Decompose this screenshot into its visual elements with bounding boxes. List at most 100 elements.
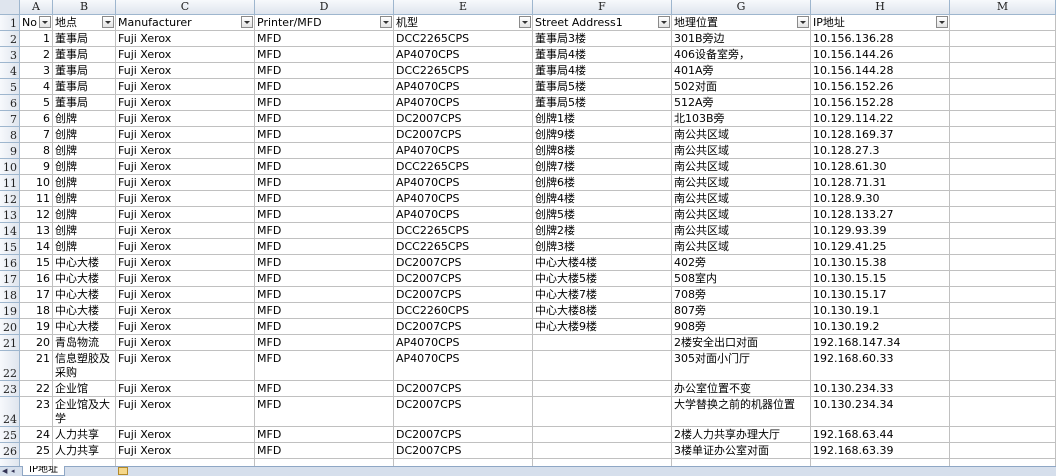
empty-cell[interactable] <box>950 427 1056 443</box>
table-cell-no[interactable]: 8 <box>20 143 53 159</box>
table-cell-addr[interactable]: 中心大楼8楼 <box>533 303 672 319</box>
table-cell-no[interactable]: 25 <box>20 443 53 459</box>
table-cell-ip[interactable]: 10.156.152.26 <box>811 79 950 95</box>
table-cell-type[interactable]: MFD <box>255 335 394 351</box>
table-cell-addr[interactable]: 中心大楼7楼 <box>533 287 672 303</box>
row-header-16[interactable]: 16 <box>0 255 20 271</box>
table-cell-geo[interactable]: 南公共区域 <box>672 143 811 159</box>
empty-cell[interactable] <box>950 351 1056 381</box>
filter-dropdown-icon[interactable] <box>658 16 670 28</box>
table-cell-loc[interactable]: 创牌 <box>53 159 116 175</box>
table-cell-mfr[interactable]: Fuji Xerox <box>116 303 255 319</box>
empty-cell[interactable] <box>950 207 1056 223</box>
table-cell-ip[interactable]: 10.128.9.30 <box>811 191 950 207</box>
table-cell-model[interactable]: DCC2265CPS <box>394 159 533 175</box>
table-cell-no[interactable]: 24 <box>20 427 53 443</box>
table-cell-addr[interactable]: 中心大楼9楼 <box>533 319 672 335</box>
table-cell-loc[interactable]: 创牌 <box>53 111 116 127</box>
table-cell-addr[interactable]: 董事局3楼 <box>533 31 672 47</box>
table-cell-model[interactable]: DC2007CPS <box>394 287 533 303</box>
table-cell-mfr[interactable]: Fuji Xerox <box>116 443 255 459</box>
table-cell-mfr[interactable]: Fuji Xerox <box>116 239 255 255</box>
table-cell-addr[interactable]: 中心大楼4楼 <box>533 255 672 271</box>
table-cell-loc[interactable]: 董事局 <box>53 95 116 111</box>
table-cell-no[interactable]: 9 <box>20 159 53 175</box>
empty-cell[interactable] <box>950 223 1056 239</box>
table-cell-loc[interactable]: 青岛物流 <box>53 335 116 351</box>
table-cell-loc[interactable]: 中心大楼 <box>53 255 116 271</box>
header-cell-mfr[interactable]: Manufacturer <box>116 15 255 31</box>
table-cell-type[interactable]: MFD <box>255 287 394 303</box>
table-cell-no[interactable]: 13 <box>20 223 53 239</box>
table-cell-no[interactable]: 10 <box>20 175 53 191</box>
table-cell-addr[interactable] <box>533 351 672 381</box>
row-header-6[interactable]: 6 <box>0 95 20 111</box>
empty-cell[interactable] <box>950 31 1056 47</box>
empty-cell[interactable] <box>950 443 1056 459</box>
table-cell-no[interactable]: 19 <box>20 319 53 335</box>
table-cell-addr[interactable]: 董事局5楼 <box>533 79 672 95</box>
table-cell-type[interactable]: MFD <box>255 31 394 47</box>
row-header-17[interactable]: 17 <box>0 271 20 287</box>
table-cell-no[interactable]: 14 <box>20 239 53 255</box>
table-cell-model[interactable]: AP4070CPS <box>394 143 533 159</box>
table-cell-geo[interactable]: 2楼人力共享办理大厅 <box>672 427 811 443</box>
table-cell-geo[interactable]: 南公共区域 <box>672 239 811 255</box>
table-cell-type[interactable]: MFD <box>255 443 394 459</box>
table-cell-type[interactable]: MFD <box>255 127 394 143</box>
table-cell-type[interactable]: MFD <box>255 191 394 207</box>
table-cell-geo[interactable]: 908旁 <box>672 319 811 335</box>
table-cell-model[interactable]: DC2007CPS <box>394 111 533 127</box>
table-cell-mfr[interactable]: Fuji Xerox <box>116 63 255 79</box>
table-cell-model[interactable]: DCC2265CPS <box>394 31 533 47</box>
row-header-2[interactable]: 2 <box>0 31 20 47</box>
table-cell-ip[interactable]: 10.156.144.28 <box>811 63 950 79</box>
table-cell-mfr[interactable]: Fuji Xerox <box>116 79 255 95</box>
table-cell-no[interactable]: 15 <box>20 255 53 271</box>
table-cell-loc[interactable]: 创牌 <box>53 239 116 255</box>
table-cell-mfr[interactable]: Fuji Xerox <box>116 287 255 303</box>
table-cell-loc[interactable]: 创牌 <box>53 143 116 159</box>
column-header-d[interactable]: D <box>255 0 394 15</box>
select-all-corner[interactable] <box>0 0 20 15</box>
row-header-10[interactable]: 10 <box>0 159 20 175</box>
table-cell-no[interactable]: 6 <box>20 111 53 127</box>
table-cell-geo[interactable]: 502对面 <box>672 79 811 95</box>
table-cell-mfr[interactable]: Fuji Xerox <box>116 95 255 111</box>
table-cell-addr[interactable]: 董事局4楼 <box>533 47 672 63</box>
table-cell-geo[interactable]: 708旁 <box>672 287 811 303</box>
table-cell-model[interactable]: DCC2265CPS <box>394 239 533 255</box>
table-cell-geo[interactable]: 南公共区域 <box>672 207 811 223</box>
empty-cell[interactable] <box>950 143 1056 159</box>
empty-cell[interactable] <box>950 95 1056 111</box>
table-cell-model[interactable]: AP4070CPS <box>394 351 533 381</box>
row-header-26[interactable]: 26 <box>0 443 20 459</box>
row-header-19[interactable]: 19 <box>0 303 20 319</box>
table-cell-ip[interactable]: 10.128.169.37 <box>811 127 950 143</box>
table-cell-addr[interactable]: 董事局4楼 <box>533 63 672 79</box>
table-cell-type[interactable]: MFD <box>255 63 394 79</box>
table-cell-geo[interactable]: 南公共区域 <box>672 127 811 143</box>
table-cell-ip[interactable]: 10.130.15.15 <box>811 271 950 287</box>
table-cell-ip[interactable]: 10.129.41.25 <box>811 239 950 255</box>
table-cell-geo[interactable]: 305对面小门厅 <box>672 351 811 381</box>
row-header-18[interactable]: 18 <box>0 287 20 303</box>
table-cell-addr[interactable] <box>533 335 672 351</box>
table-cell-no[interactable]: 5 <box>20 95 53 111</box>
table-cell-type[interactable]: MFD <box>255 351 394 381</box>
table-cell-model[interactable]: AP4070CPS <box>394 335 533 351</box>
table-cell-ip[interactable]: 10.130.15.17 <box>811 287 950 303</box>
row-header-15[interactable]: 15 <box>0 239 20 255</box>
table-cell-addr[interactable]: 创牌3楼 <box>533 239 672 255</box>
table-cell-type[interactable]: MFD <box>255 381 394 397</box>
table-cell-loc[interactable]: 创牌 <box>53 127 116 143</box>
table-cell-ip[interactable]: 10.128.71.31 <box>811 175 950 191</box>
table-cell-addr[interactable]: 创牌6楼 <box>533 175 672 191</box>
table-cell-type[interactable]: MFD <box>255 397 394 427</box>
row-header-24[interactable]: 24 <box>0 397 20 427</box>
table-cell-geo[interactable]: 北103B旁 <box>672 111 811 127</box>
table-cell-ip[interactable]: 10.130.15.38 <box>811 255 950 271</box>
row-header-4[interactable]: 4 <box>0 63 20 79</box>
table-cell-addr[interactable] <box>533 381 672 397</box>
table-cell-addr[interactable] <box>533 427 672 443</box>
